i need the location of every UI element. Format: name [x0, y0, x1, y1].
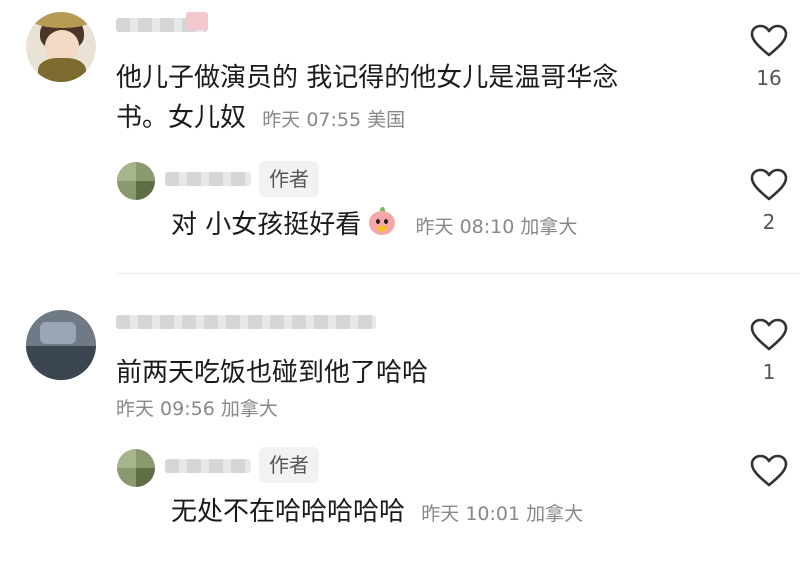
- like-button[interactable]: 1: [749, 318, 789, 384]
- avatar-shape: [40, 322, 76, 344]
- avatar-pixel-block: [117, 449, 136, 468]
- commenter-avatar[interactable]: [26, 12, 96, 82]
- blurred-username[interactable]: [165, 172, 251, 186]
- avatar-pixel-block: [136, 468, 155, 487]
- author-avatar[interactable]: [117, 449, 155, 487]
- pig-face-emoji-icon: [367, 207, 397, 237]
- comment-text-line-1: 他儿子做演员的 我记得的他女儿是温哥华念: [116, 63, 619, 93]
- author-tag: 作者: [259, 447, 319, 483]
- heart-outline-icon: [750, 454, 788, 487]
- reply-text-content: 无处不在哈哈哈哈哈: [171, 497, 406, 527]
- reply-text: 无处不在哈哈哈哈哈 昨天 10:01 加拿大: [171, 494, 583, 532]
- like-count: 2: [762, 210, 776, 234]
- comment-text-line-2: 书。女儿奴 昨天 07:55 美国: [116, 100, 405, 138]
- heart-outline-icon: [750, 318, 788, 351]
- avatar-pixel-block: [117, 162, 136, 181]
- blurred-username[interactable]: [165, 459, 251, 473]
- author-tag: 作者: [259, 161, 319, 197]
- reply-text-content: 对 小女孩挺好看: [171, 210, 362, 240]
- blurred-username-badge: [186, 12, 208, 30]
- comment-text-line-2-content: 书。女儿奴: [116, 103, 247, 133]
- reply-meta: 昨天 08:10 加拿大: [415, 216, 578, 238]
- reply-meta: 昨天 10:01 加拿大: [421, 503, 584, 525]
- author-avatar[interactable]: [117, 162, 155, 200]
- avatar-pixel-block: [136, 181, 155, 200]
- reply-text: 对 小女孩挺好看 昨天 08:10 加拿大: [171, 207, 577, 245]
- like-button[interactable]: 2: [749, 168, 789, 234]
- comment-meta: 昨天 09:56 加拿大: [116, 398, 278, 420]
- avatar-shape: [26, 346, 96, 380]
- like-button[interactable]: 16: [749, 24, 789, 90]
- blurred-username[interactable]: [116, 315, 376, 329]
- heart-outline-icon: [750, 24, 788, 57]
- comment-text: 前两天吃饭也碰到他了哈哈: [116, 358, 429, 388]
- like-button[interactable]: [749, 454, 789, 496]
- heart-outline-icon: [750, 168, 788, 201]
- comment-divider: [116, 273, 800, 274]
- comment-meta: 昨天 07:55 美国: [262, 109, 406, 131]
- avatar-body: [38, 58, 86, 82]
- avatar-hat: [32, 12, 92, 28]
- like-count: 1: [762, 360, 776, 384]
- like-count: 16: [756, 66, 782, 90]
- commenter-avatar[interactable]: [26, 310, 96, 380]
